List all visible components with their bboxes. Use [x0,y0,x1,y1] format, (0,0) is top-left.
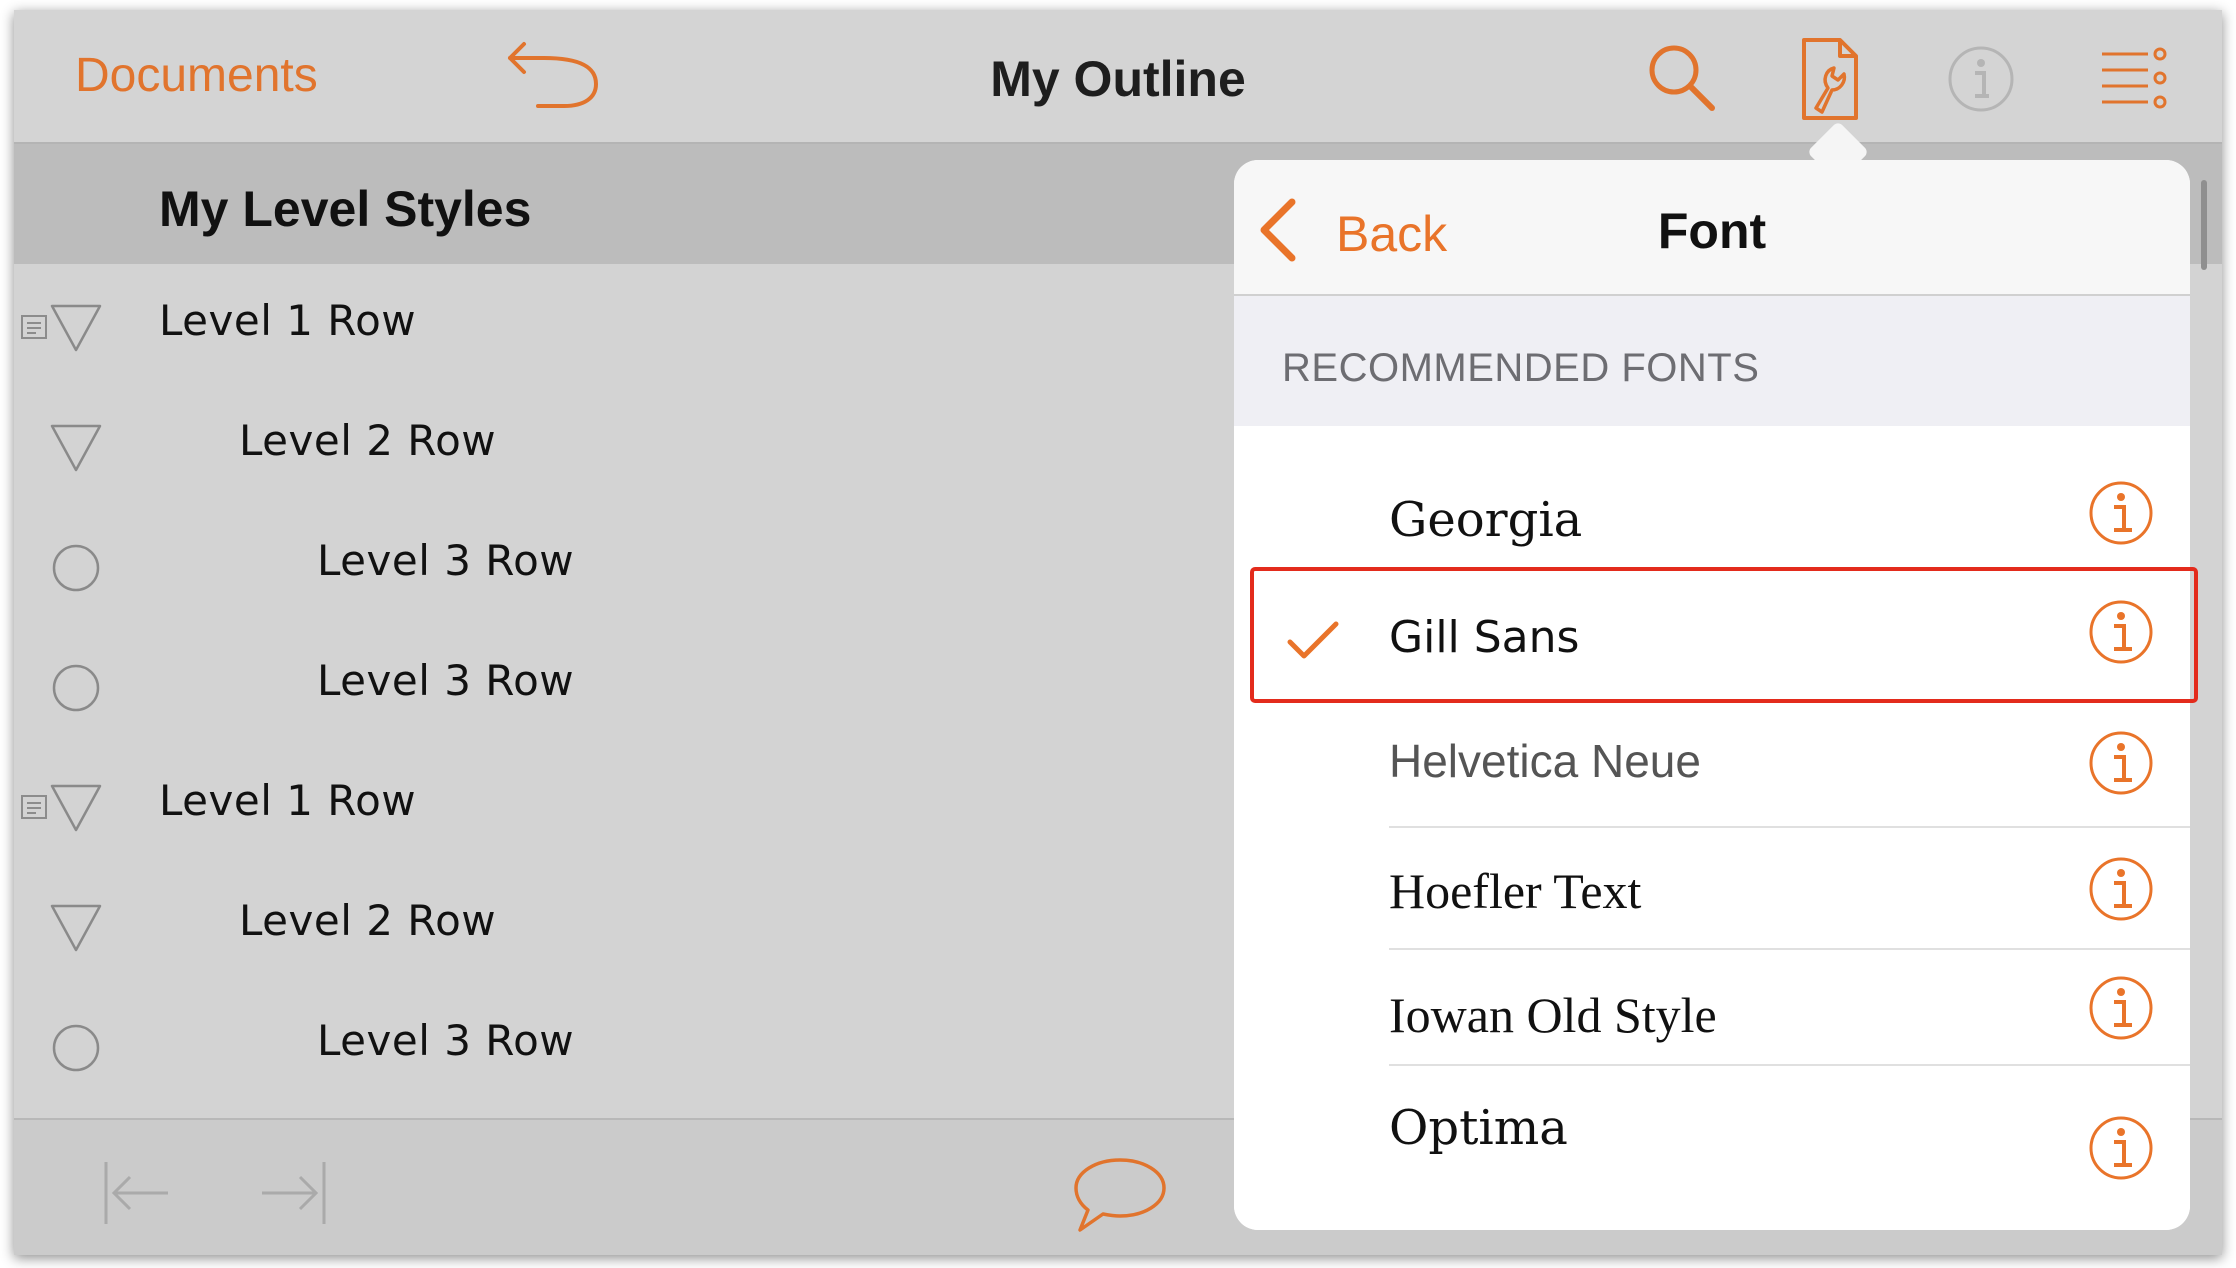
outline-row-label: Level 3 Row [317,536,575,585]
outline-row-label: Level 3 Row [317,1016,575,1065]
document-title: My Outline [990,51,1246,107]
font-name: Hoefler Text [1389,863,1642,919]
font-info-icon[interactable] [2088,730,2154,796]
font-info-icon[interactable] [2088,975,2154,1041]
font-name: Optima [1389,1100,1568,1156]
outline-row-label: Level 2 Row [239,416,497,465]
font-row[interactable]: Iowan Old Style [1234,950,2190,1066]
top-toolbar: Documents My Outline [14,10,2222,144]
popover-nav-bar: Back Font [1234,160,2190,296]
outline-row-label: Level 3 Row [317,656,575,705]
font-row[interactable]: Hoefler Text [1234,828,2190,950]
font-name: Helvetica Neue [1389,735,1701,787]
font-row[interactable]: Georgia [1234,460,2190,566]
font-info-icon[interactable] [2088,856,2154,922]
outline-row[interactable]: Level 3 Row [14,982,1234,1102]
font-row[interactable]: Helvetica Neue [1234,698,2190,828]
outline-row[interactable]: Level 1 Row [14,262,1234,382]
disclosure-triangle-icon[interactable] [48,782,104,834]
note-indicator-icon[interactable] [20,794,48,820]
outline-row[interactable]: Level 3 Row [14,502,1234,622]
font-name: Gill Sans [1389,612,1580,663]
font-info-icon[interactable] [2088,1115,2154,1181]
checkmark-icon [1287,621,1339,659]
app-window: Documents My Outline My Level Styles Lev… [14,10,2222,1255]
popover-title: Font [1657,203,1767,259]
outline-row[interactable]: Level 1 Row [14,742,1234,862]
note-indicator-icon[interactable] [20,314,48,340]
info-icon[interactable] [1946,44,2016,114]
circle-bullet-icon[interactable] [50,1022,102,1074]
disclosure-triangle-icon[interactable] [48,302,104,354]
outdent-icon[interactable] [102,1160,172,1226]
outline-row[interactable]: Level 3 Row [14,622,1234,742]
font-info-icon[interactable] [2088,599,2154,665]
font-row[interactable]: Gill Sans [1234,566,2190,698]
font-row[interactable]: Optima [1234,1066,2190,1230]
section-label: RECOMMENDED FONTS [1282,346,1760,390]
disclosure-triangle-icon[interactable] [48,902,104,954]
view-options-icon[interactable] [2098,46,2170,110]
outline-row-label: Level 1 Row [159,776,417,825]
outline-row-label: Level 2 Row [239,896,497,945]
note-bubble-icon[interactable] [1072,1156,1168,1234]
circle-bullet-icon[interactable] [50,542,102,594]
recommended-fonts-header: RECOMMENDED FONTS [1234,296,2190,426]
circle-bullet-icon[interactable] [50,662,102,714]
font-popover: Back Font RECOMMENDED FONTS Georgia Gill … [1234,160,2190,1230]
section-title: My Level Styles [159,181,532,237]
font-name: Georgia [1389,492,1583,548]
font-info-icon[interactable] [2088,480,2154,546]
inspector-icon[interactable] [1798,36,1862,122]
outline-row[interactable]: Level 2 Row [14,862,1234,982]
scroll-indicator [2201,180,2207,270]
indent-icon[interactable] [258,1160,328,1226]
disclosure-triangle-icon[interactable] [48,422,104,474]
search-icon[interactable] [1642,38,1722,118]
outline-row-label: Level 1 Row [159,296,417,345]
outline-row[interactable]: Level 2 Row [14,382,1234,502]
font-name: Iowan Old Style [1389,987,1717,1043]
